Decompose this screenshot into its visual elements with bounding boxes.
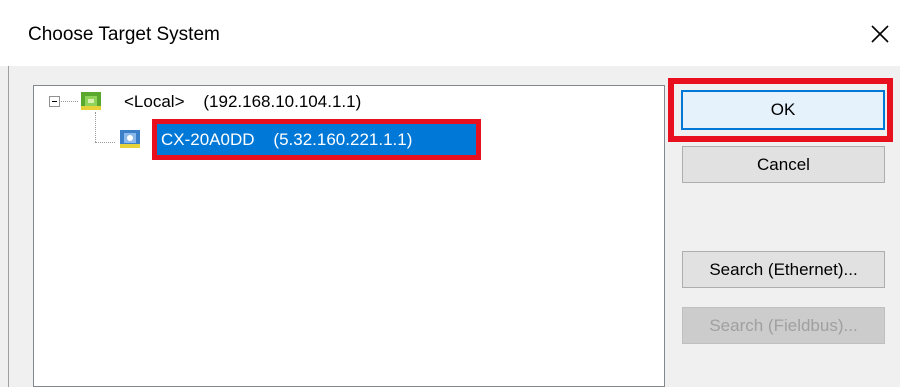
cancel-button[interactable]: Cancel bbox=[682, 146, 885, 183]
tree-item-local[interactable]: <Local> (192.168.10.104.1.1) bbox=[124, 92, 361, 112]
collapse-toggle-icon[interactable] bbox=[49, 96, 60, 107]
close-icon bbox=[871, 25, 889, 43]
ok-button[interactable]: OK bbox=[681, 90, 885, 130]
tree-item-cx-20a0dd[interactable]: CX-20A0DD (5.32.160.221.1.1) bbox=[157, 124, 476, 155]
search-fieldbus-button: Search (Fieldbus)... bbox=[682, 307, 885, 344]
local-system-icon bbox=[81, 92, 101, 110]
tree-connector-line bbox=[95, 112, 96, 142]
tree-connector-line bbox=[61, 101, 78, 102]
target-device-icon bbox=[120, 130, 140, 148]
dialog-titlebar: Choose Target System bbox=[0, 0, 900, 66]
dialog-title: Choose Target System bbox=[28, 24, 220, 45]
close-button[interactable] bbox=[866, 20, 894, 48]
window-edge bbox=[8, 66, 9, 387]
tree-connector-line bbox=[95, 142, 115, 143]
search-ethernet-button[interactable]: Search (Ethernet)... bbox=[682, 251, 885, 288]
